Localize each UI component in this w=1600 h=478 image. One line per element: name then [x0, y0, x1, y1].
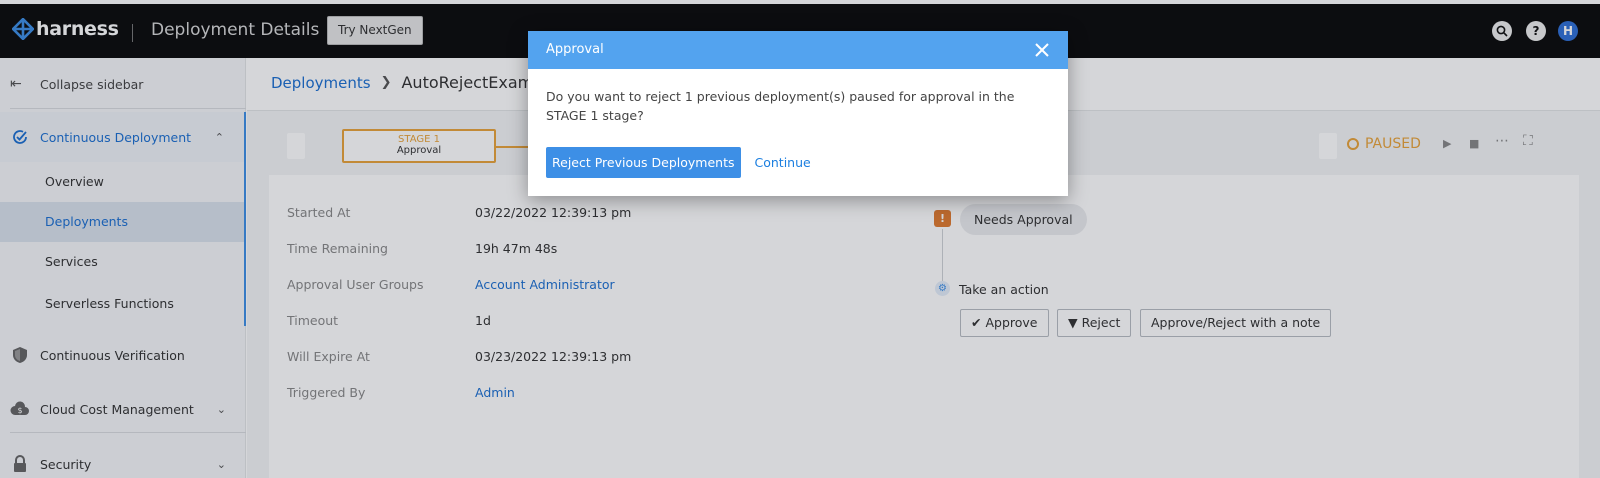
dialog-message: Do you want to reject 1 previous deploym… — [546, 89, 1015, 123]
dialog-actions: Reject Previous Deployments Continue — [546, 147, 811, 178]
continue-link[interactable]: Continue — [755, 155, 811, 170]
close-icon[interactable] — [1034, 42, 1050, 58]
dialog-header: Approval — [528, 31, 1068, 69]
reject-previous-deployments-button[interactable]: Reject Previous Deployments — [546, 147, 741, 178]
approval-dialog: Approval Do you want to reject 1 previou… — [528, 31, 1068, 196]
dialog-title: Approval — [546, 42, 604, 57]
